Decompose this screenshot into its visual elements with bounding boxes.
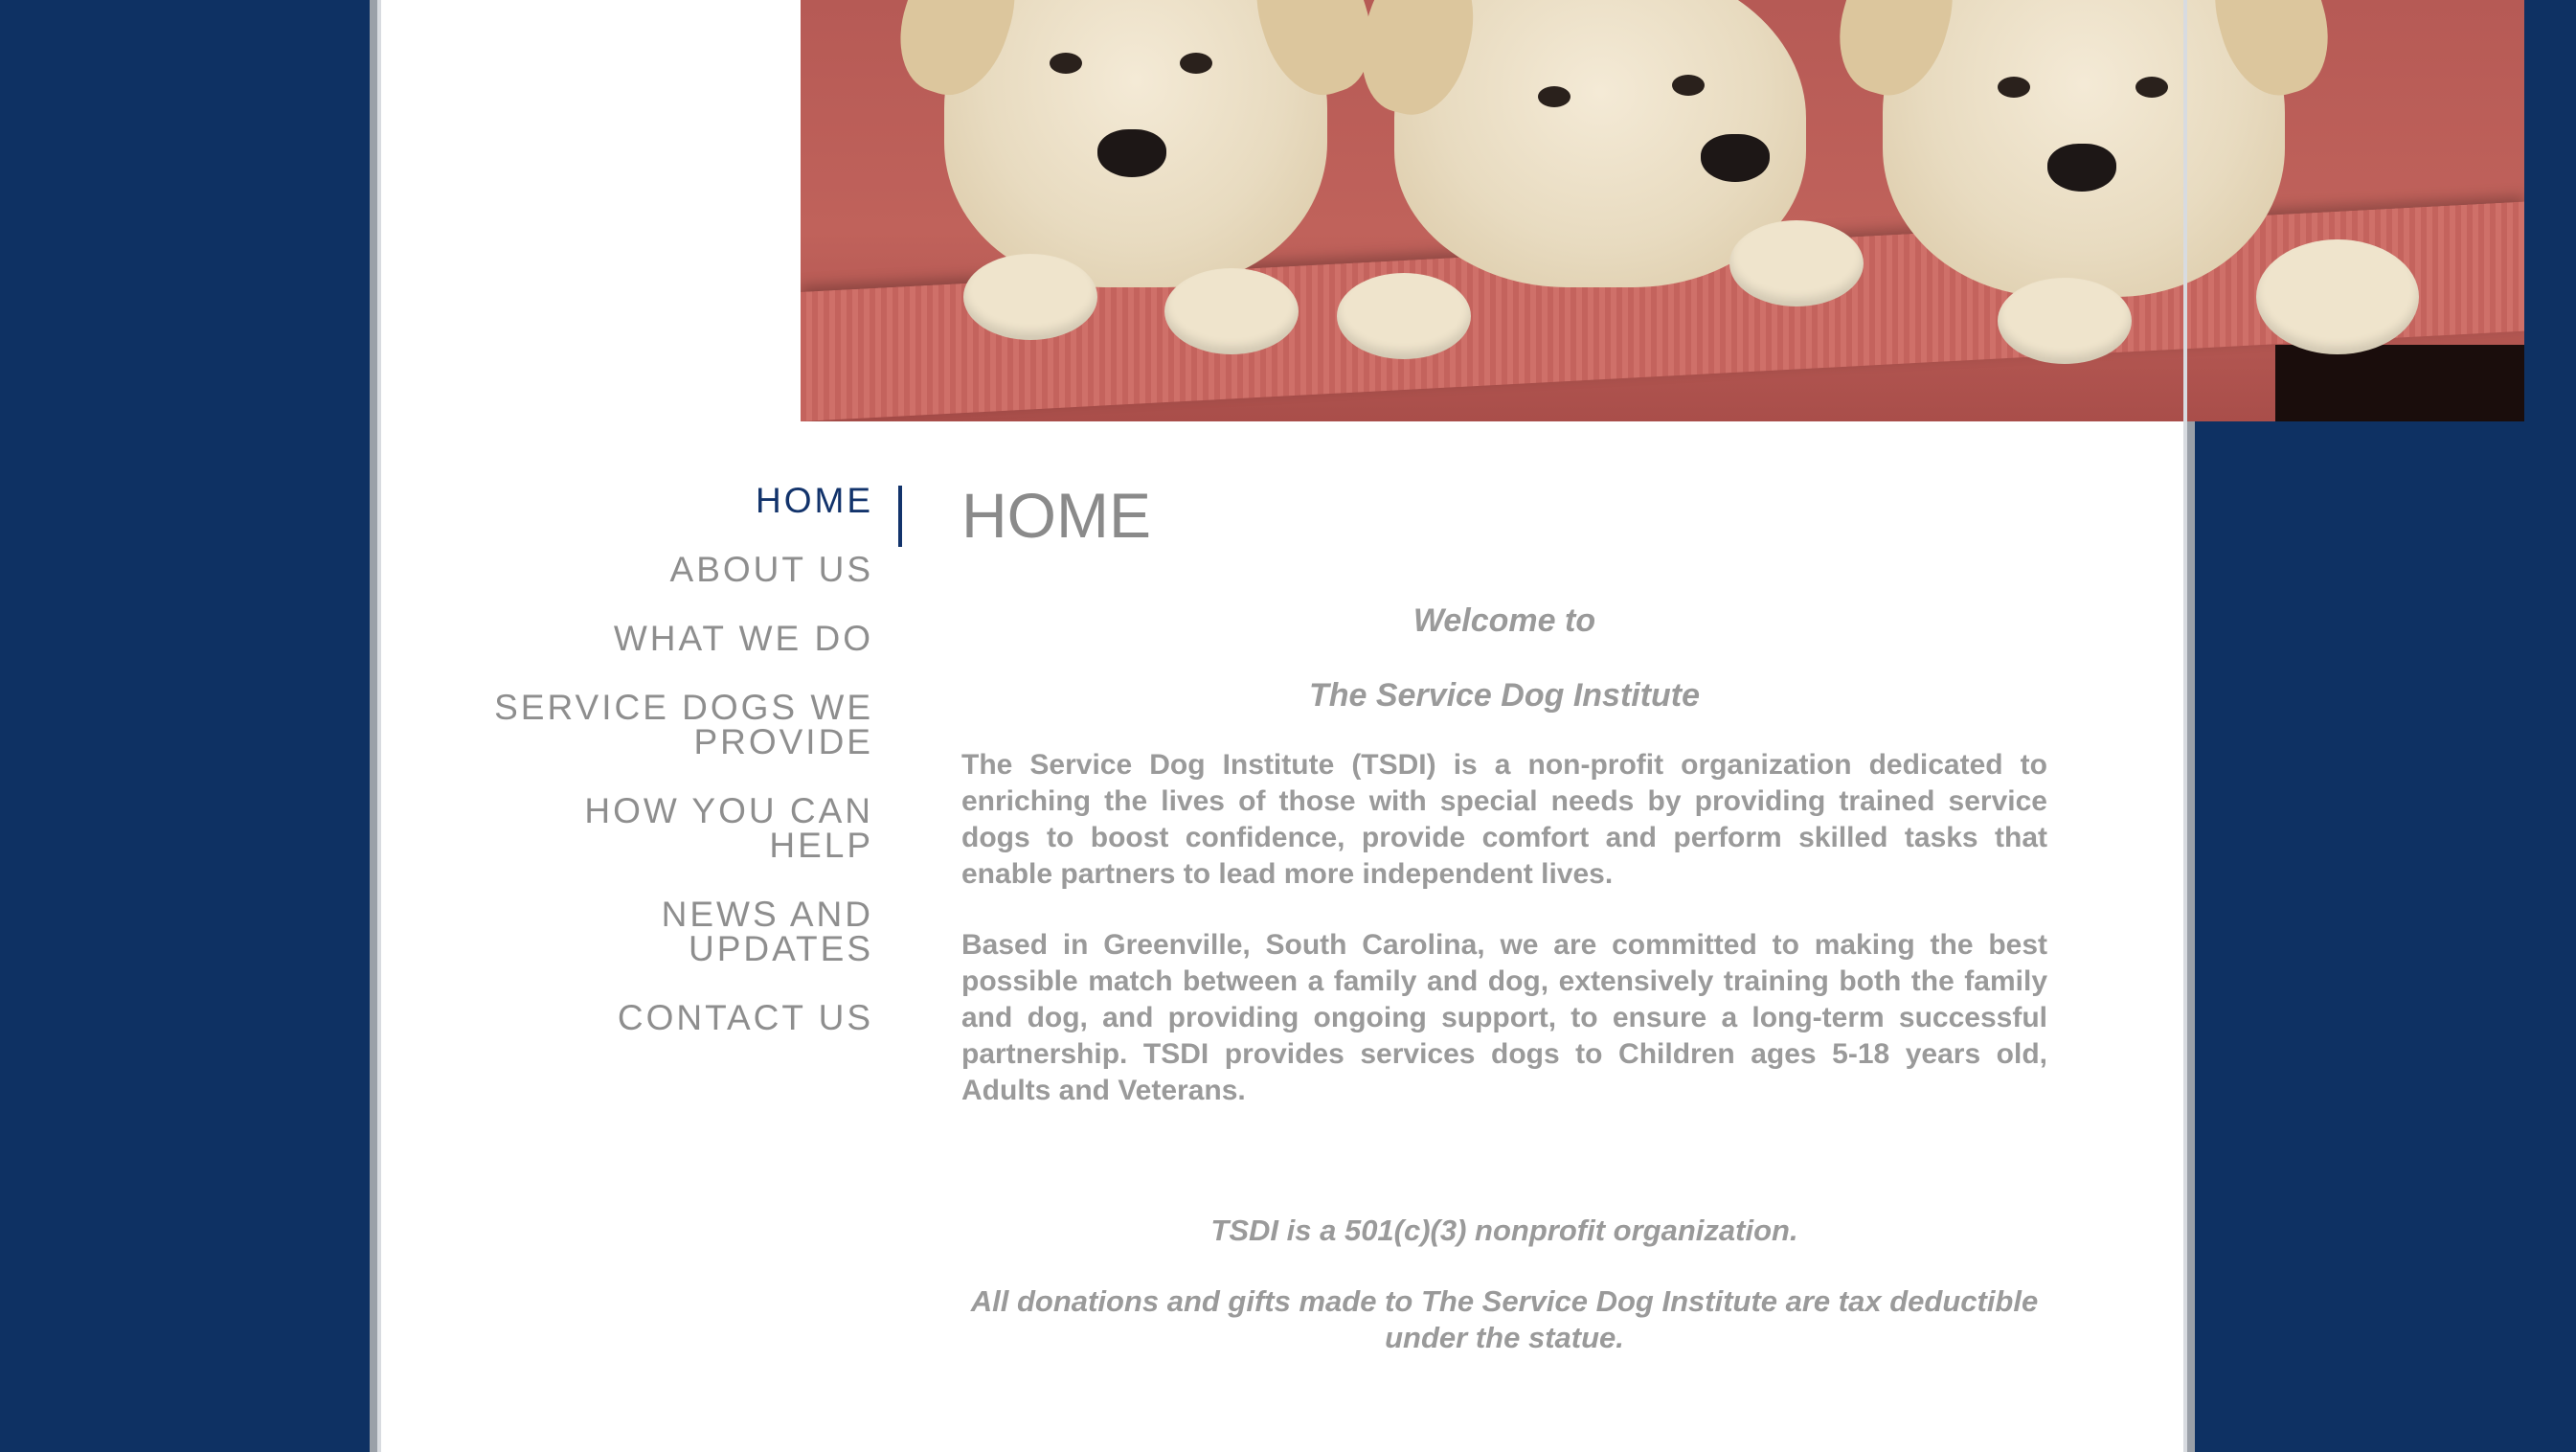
nav-item-how-you-can-help[interactable]: HOW YOU CAN HELP	[423, 793, 873, 863]
nav-item-home[interactable]: HOME	[423, 483, 873, 518]
puppy-paw	[1998, 278, 2132, 364]
main-content: HOME Welcome to The Service Dog Institut…	[961, 479, 2047, 1356]
nav-item-about-us[interactable]: ABOUT US	[423, 552, 873, 587]
puppy-paw	[1164, 268, 1299, 354]
nonprofit-status: TSDI is a 501(c)(3) nonprofit organizati…	[1210, 1214, 1798, 1247]
page-title: HOME	[961, 480, 1151, 551]
donation-note: All donations and gifts made to The Serv…	[970, 1284, 2039, 1354]
mission-paragraph: The Service Dog Institute (TSDI) is a no…	[961, 749, 2047, 890]
photo-shadow	[2275, 345, 2524, 421]
puppy-right	[1823, 0, 2344, 297]
main-navigation: HOME ABOUT US WHAT WE DO SERVICE DOGS WE…	[423, 483, 873, 1070]
puppy-paw	[1729, 220, 1864, 306]
nav-item-news-and-updates[interactable]: NEWS AND UPDATES	[423, 896, 873, 966]
nav-item-what-we-do[interactable]: WHAT WE DO	[423, 621, 873, 656]
puppy-paw	[963, 254, 1097, 340]
nav-item-service-dogs-we-provide[interactable]: SERVICE DOGS WE PROVIDE	[423, 690, 873, 760]
puppy-left	[883, 0, 1389, 287]
about-paragraph: Based in Greenville, South Carolina, we …	[961, 929, 2047, 1106]
puppy-paw	[2256, 239, 2419, 354]
puppy-paw	[1337, 273, 1471, 359]
nav-active-indicator	[898, 486, 902, 547]
header-puppies-photo	[801, 0, 2524, 421]
nav-item-contact-us[interactable]: CONTACT US	[423, 1000, 873, 1035]
welcome-line: Welcome to	[1412, 602, 1596, 639]
organization-name: The Service Dog Institute	[1308, 677, 1701, 714]
